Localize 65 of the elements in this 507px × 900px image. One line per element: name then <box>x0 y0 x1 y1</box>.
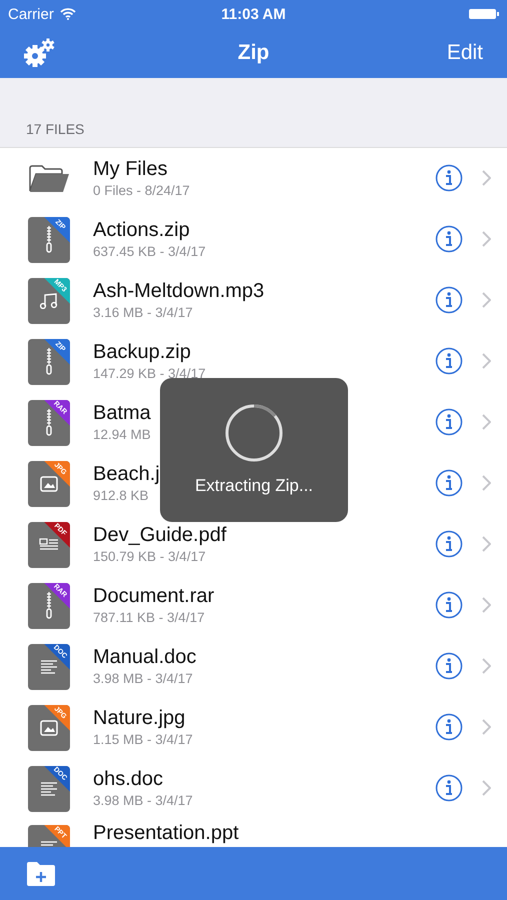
zipper-icon <box>46 226 52 254</box>
image-icon <box>40 476 58 492</box>
file-details: 3.98 MB - 3/4/17 <box>93 793 194 808</box>
info-icon[interactable] <box>435 469 463 497</box>
chevron-icon <box>481 475 491 491</box>
chevron-icon <box>481 658 491 674</box>
info-icon[interactable] <box>435 225 463 253</box>
info-icon[interactable] <box>435 530 463 558</box>
file-details: 912.8 KB <box>93 488 150 503</box>
file-name[interactable]: Dev_Guide.pdf <box>93 524 435 547</box>
info-icon[interactable] <box>435 408 463 436</box>
file-details: 637.45 KB - 3/4/17 <box>93 244 207 259</box>
overlay-message: Extracting Zip... <box>194 476 314 496</box>
text-lines-icon <box>40 782 58 796</box>
info-icon[interactable] <box>435 652 463 680</box>
file-name[interactable]: Presentation.ppt <box>93 822 491 845</box>
file-details: 150.79 KB - 3/4/17 <box>93 549 207 564</box>
file-details: 787.11 KB - 3/4/17 <box>93 610 206 625</box>
file-name[interactable]: Backup.zip <box>93 341 435 364</box>
info-icon[interactable] <box>435 347 463 375</box>
spinner-icon <box>225 404 283 462</box>
chevron-icon <box>481 170 491 186</box>
text-lines-icon <box>40 660 58 674</box>
folder-icon <box>28 164 70 194</box>
status-time: 11:03 AM <box>221 6 286 22</box>
info-icon[interactable] <box>435 286 463 314</box>
edit-button[interactable]: Edit <box>446 41 483 65</box>
file-name[interactable]: Nature.jpg <box>93 707 435 730</box>
info-icon[interactable] <box>435 774 463 802</box>
wifi-icon <box>60 8 76 20</box>
new-folder-button[interactable] <box>26 860 56 886</box>
file-details: 0 Files - 8/24/17 <box>93 183 191 198</box>
zipper-icon <box>46 408 52 436</box>
info-icon[interactable] <box>435 713 463 741</box>
chevron-icon <box>481 536 491 552</box>
file-details: 1.15 MB - 3/4/17 <box>93 732 194 747</box>
carrier-label: Carrier <box>8 6 54 22</box>
chevron-icon <box>481 231 491 247</box>
chevron-icon <box>481 780 491 796</box>
nav-title: Zip <box>238 41 270 65</box>
info-icon[interactable] <box>435 164 463 192</box>
image-icon <box>40 720 58 736</box>
chevron-icon <box>481 353 491 369</box>
file-details: 3.98 MB - 3/4/17 <box>93 671 194 686</box>
section-header: 17 FILES <box>26 121 84 137</box>
file-name[interactable]: Ash-Meltdown.mp3 <box>93 280 435 303</box>
zipper-icon <box>46 348 52 376</box>
chevron-icon <box>481 292 491 308</box>
music-note-icon <box>40 292 58 308</box>
file-name[interactable]: ohs.doc <box>93 768 435 791</box>
settings-button[interactable] <box>24 38 56 68</box>
chevron-icon <box>481 719 491 735</box>
zipper-icon <box>46 592 52 620</box>
file-details: 3.16 MB - 3/4/17 <box>93 305 194 320</box>
file-name[interactable]: Actions.zip <box>93 219 435 242</box>
file-name[interactable]: My Files <box>93 158 435 181</box>
document-icon <box>39 538 59 552</box>
chevron-icon <box>481 414 491 430</box>
info-icon[interactable] <box>435 591 463 619</box>
file-details: 147.29 KB - 3/4/17 <box>93 366 207 381</box>
file-name[interactable]: Manual.doc <box>93 646 435 669</box>
chevron-icon <box>481 597 491 613</box>
battery-icon <box>469 8 499 20</box>
file-name[interactable]: Document.rar <box>93 585 435 608</box>
file-details: 12.94 MB <box>93 427 152 442</box>
